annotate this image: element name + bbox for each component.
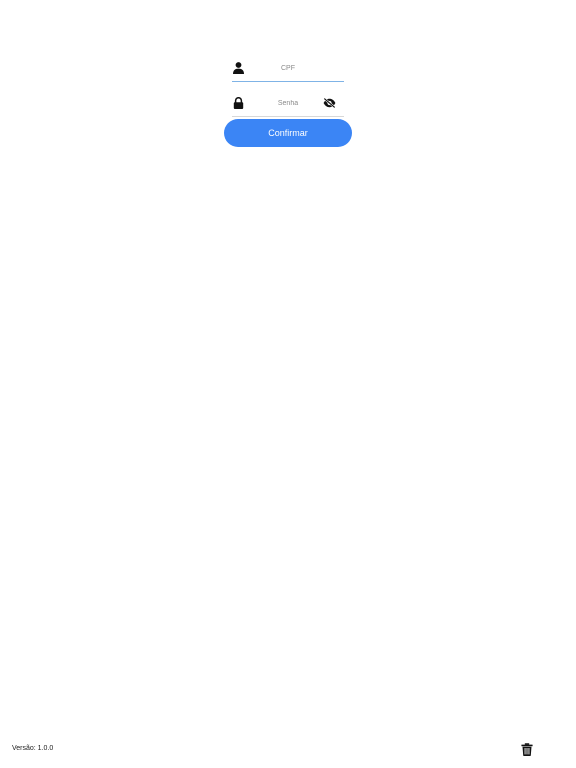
confirm-button[interactable]: Confirmar [224, 119, 352, 147]
lock-icon [233, 97, 244, 109]
version-label: Versão: 1.0.0 [12, 745, 54, 752]
trash-icon[interactable] [521, 743, 533, 756]
cpf-input[interactable] [248, 60, 328, 76]
user-icon [233, 62, 244, 74]
login-form: Confirmar [224, 56, 352, 147]
password-input[interactable] [248, 95, 328, 111]
cpf-field [232, 56, 344, 82]
eye-slash-icon[interactable] [323, 98, 336, 108]
password-field [232, 91, 344, 117]
